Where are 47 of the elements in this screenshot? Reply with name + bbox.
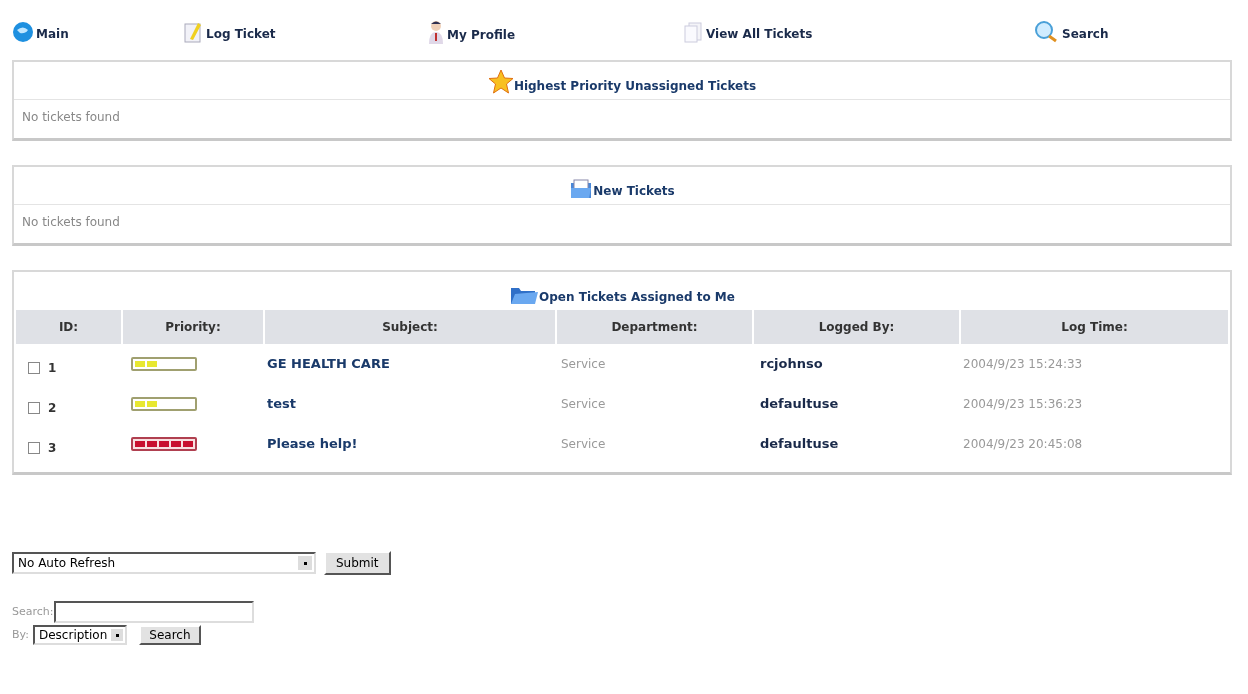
ticket-subject-link[interactable]: GE HEALTH CARE [261, 354, 553, 374]
nav-link[interactable]: Log Ticket [182, 21, 427, 43]
ticket-id: 1 [48, 360, 57, 377]
section-title: Highest Priority Unassigned Tickets [513, 78, 757, 95]
department-cell-text: Service [560, 396, 607, 413]
by-label: By: [12, 626, 29, 643]
section-title: New Tickets [593, 183, 675, 200]
ticket-id: 3 [48, 440, 57, 457]
star-icon [487, 69, 514, 95]
section-title: Open Tickets Assigned to Me [539, 289, 735, 306]
search-label: Search: [12, 603, 54, 620]
documents-icon [682, 21, 704, 43]
search-button[interactable]: Search [139, 625, 201, 645]
refresh-select[interactable]: No Auto Refresh [12, 552, 316, 574]
nav-link[interactable]: View All Tickets [682, 21, 1034, 43]
column-header: Log Time: [961, 310, 1228, 344]
notepad-pencil-icon [182, 21, 204, 43]
log-time-cell-text: 2004/9/23 20:45:08 [962, 436, 1084, 453]
search-by-select[interactable]: Description [32, 625, 128, 645]
log-time-cell-text: 2004/9/23 15:36:23 [962, 396, 1084, 413]
department-cell-text: Service [560, 356, 607, 373]
empty-message: No tickets found [21, 214, 121, 231]
ticket-subject-link[interactable]: Please help! [261, 434, 553, 454]
log-time-cell-text: 2004/9/23 15:24:33 [962, 356, 1084, 373]
checkbox[interactable] [28, 402, 40, 414]
ticket-id: 2 [48, 400, 57, 417]
person-icon [427, 20, 445, 44]
submit-button[interactable]: Submit [324, 551, 391, 575]
nav-link[interactable]: Main [12, 21, 182, 43]
logged-by-cell-text: defaultuse [759, 395, 840, 414]
search-field[interactable] [53, 601, 254, 623]
column-header: Subject: [265, 310, 555, 344]
globe-icon [12, 21, 34, 43]
column-header: Department: [557, 310, 752, 344]
nav-link[interactable]: My Profile [427, 20, 682, 44]
column-header: Logged By: [754, 310, 959, 344]
ticket-subject-link[interactable]: test [261, 394, 553, 414]
logged-by-cell-text: defaultuse [759, 435, 840, 454]
checkbox[interactable] [28, 362, 40, 374]
folder-icon [569, 178, 594, 200]
department-cell-text: Service [560, 436, 607, 453]
column-header: Priority: [123, 310, 263, 344]
nav-link[interactable]: Search [1034, 21, 1109, 43]
logged-by-cell-text: rcjohnso [759, 355, 824, 374]
checkbox[interactable] [28, 442, 40, 454]
empty-message: No tickets found [21, 109, 121, 126]
column-header: ID: [16, 310, 121, 344]
